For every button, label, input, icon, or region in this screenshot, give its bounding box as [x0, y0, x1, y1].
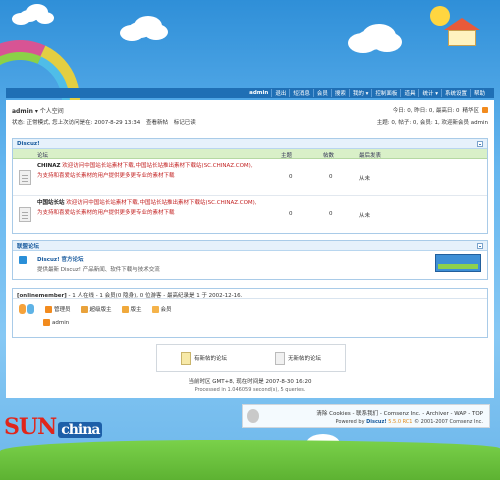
cloud-decoration: [20, 10, 38, 22]
nav-settings-link[interactable]: 系统设置: [440, 89, 470, 97]
view-new-posts-link[interactable]: 查看新帖: [146, 120, 168, 126]
forum-name-link[interactable]: 中国站长站: [37, 200, 65, 206]
forum-thread-count: 0: [289, 211, 293, 217]
alliance-forum-icon: [19, 256, 27, 264]
nav-tools-link[interactable]: 道具: [400, 89, 418, 97]
online-users-icon: [19, 303, 35, 315]
grass-decoration: [0, 440, 500, 480]
group-member: 会员: [151, 305, 172, 313]
legend-new: 有新帖的论坛: [193, 356, 227, 362]
forum-name-link[interactable]: CHINAZ: [37, 163, 61, 169]
collapse-icon[interactable]: [477, 242, 483, 249]
online-member-item: admin: [43, 319, 69, 326]
forum-description: 欢迎访问中国站长站素材下载,中国站长站推出素材下载站(SC.CHINAZ.COM…: [37, 163, 253, 179]
discuz-mascot-icon: [247, 409, 259, 423]
online-summary: - 1 人在线 - 1 会员(0 隐身), 0 位游客 - 最高纪录是 1 于 …: [66, 293, 243, 299]
processing-stats: Processed in 1.046059 second(s), 5 queri…: [194, 387, 306, 393]
alliance-forum-link[interactable]: Discuz! 官方论坛: [37, 255, 84, 263]
forum-row: 中国站长站 欢迎访问中国站长站素材下载,中国站长站推出素材下载站(SC.CHIN…: [13, 196, 487, 233]
forum-row: CHINAZ 欢迎访问中国站长站素材下载,中国站长站推出素材下载站(SC.CHI…: [13, 159, 487, 196]
forum-legend: 有新帖的论坛 无新帖的论坛: [156, 344, 346, 372]
no-new-posts-forum-icon: [274, 351, 285, 365]
main-panel: admin ▾ 个人空间 状态: 正常模式, 您上次访问是在: 2007-8-2…: [6, 100, 494, 398]
group-admin: 管理员: [45, 305, 71, 313]
super-moderator-group-icon: [80, 305, 88, 313]
legend-no-new: 无新帖的论坛: [287, 356, 321, 362]
col-posts: 帖数: [323, 153, 335, 159]
site-logo: SUN china: [4, 414, 103, 440]
username-link[interactable]: admin: [12, 108, 33, 115]
cloud-decoration: [356, 30, 386, 50]
forum-status-icon: [19, 170, 31, 185]
nav-messages-link[interactable]: 短消息: [289, 89, 313, 97]
nav-search-link[interactable]: 搜索: [330, 89, 349, 97]
forum-status-icon: [19, 207, 31, 222]
collapse-icon[interactable]: [477, 140, 483, 147]
user-status-bar: admin ▾ 个人空间 状态: 正常模式, 您上次访问是在: 2007-8-2…: [12, 104, 488, 128]
member-group-icon: [151, 305, 159, 313]
admin-user-icon: [43, 319, 50, 326]
col-forum: 论坛: [37, 153, 49, 159]
col-last-post: 最后发表: [359, 153, 382, 159]
category-title[interactable]: Discuz!: [17, 141, 40, 147]
group-super-moderator: 超级版主: [80, 305, 112, 313]
nav-my-menu[interactable]: 我的 ▾: [348, 89, 372, 97]
version-text: 5.5.0 RC1: [386, 419, 413, 425]
discuz-link[interactable]: Discuz!: [366, 419, 387, 425]
forum-description: 欢迎访问中国站长站素材下载,中国站长站推出素材下载站(SC.CHINAZ.COM…: [37, 200, 257, 216]
admin-group-icon: [45, 305, 52, 313]
copyright-text: © 2001-2007 Comsenz Inc.: [412, 419, 483, 425]
moderator-group-icon: [121, 305, 129, 313]
forum-last-post: 从未: [359, 176, 371, 182]
mark-read-link[interactable]: 标记已读: [174, 120, 196, 126]
footer-credits: 清除 Cookies - 联系我们 - Comsenz Inc. - Archi…: [242, 404, 490, 428]
forum-last-post: 从未: [359, 213, 371, 219]
forum-thread-count: 0: [289, 174, 293, 180]
category-discuz: Discuz! 论坛 主题 帖数 最后发表 CHINAZ 欢迎访问中国站长站素材…: [12, 138, 488, 234]
online-label[interactable]: [onlinemember]: [17, 293, 67, 299]
forum-table-header: 论坛 主题 帖数 最后发表: [13, 149, 487, 159]
col-threads: 主题: [281, 153, 293, 159]
group-moderator: 版主: [121, 305, 142, 313]
personal-space-link[interactable]: 个人空间: [40, 108, 64, 115]
forum-totals: 主题: 0, 帖子: 0, 会员: 1, 欢迎新会员 admin: [376, 120, 488, 126]
powered-by-text: Powered by: [335, 419, 367, 425]
house-decoration: [440, 18, 486, 48]
nav-logout-link[interactable]: 退出: [271, 89, 289, 97]
new-posts-forum-icon: [180, 351, 191, 365]
alliance-forum-description: 提供最新 Discuz! 产品新闻、软件下载与技术交流: [37, 267, 160, 273]
digest-link[interactable]: 精华区: [462, 106, 479, 114]
rss-icon[interactable]: [482, 107, 488, 113]
discuz-banner-image[interactable]: [435, 254, 481, 272]
alliance-title: 联盟论坛: [17, 243, 40, 250]
cloud-decoration: [128, 22, 152, 38]
nav-members-link[interactable]: 会员: [312, 89, 331, 97]
nav-stats-menu[interactable]: 统计 ▾: [418, 89, 441, 97]
footer-links[interactable]: 清除 Cookies - 联系我们 - Comsenz Inc. - Archi…: [316, 409, 483, 417]
nav-user-link[interactable]: admin: [246, 90, 271, 96]
current-time: 当前时区 GMT+8, 现在时间是 2007-8-30 16:20: [188, 379, 312, 385]
forum-post-count: 0: [329, 174, 333, 180]
daily-stats: 今日: 0, 昨日: 0, 最高日: 0: [392, 108, 460, 114]
forum-post-count: 0: [329, 211, 333, 217]
nav-control-panel-link[interactable]: 控制面板: [371, 89, 400, 97]
online-members: [onlinemember] - 1 人在线 - 1 会员(0 隐身), 0 位…: [12, 288, 488, 338]
status-text: 状态: 正常模式, 您上次访问是在: 2007-8-29 13:34: [12, 120, 141, 126]
nav-help-link[interactable]: 帮助: [469, 89, 488, 97]
user-menu-arrow-icon[interactable]: ▾: [35, 108, 38, 115]
online-member-link[interactable]: admin: [52, 320, 69, 326]
alliance-forums: 联盟论坛 Discuz! 官方论坛 提供最新 Discuz! 产品新闻、软件下载…: [12, 240, 488, 280]
top-navigation: admin 退出 短消息 会员 搜索 我的 ▾ 控制面板 道具 统计 ▾ 系统设…: [6, 88, 494, 98]
